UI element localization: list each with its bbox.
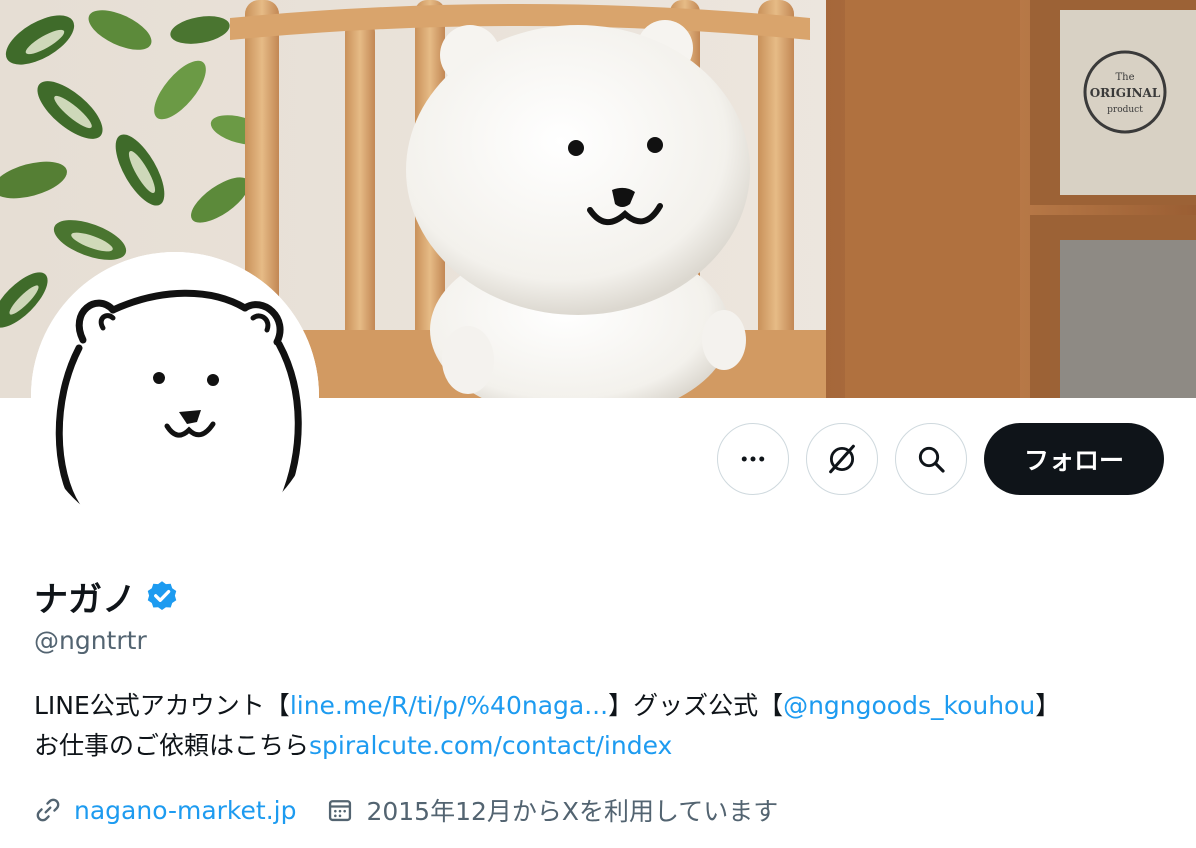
link-icon [36,798,60,822]
profile-meta: nagano-market.jp 2015年12月からXを利用しています [34,792,808,828]
joined-date: 2015年12月からXを利用しています [366,797,779,826]
bio-text: 】 [1035,691,1061,720]
search-button[interactable] [895,423,967,495]
bear-avatar-image [31,252,319,540]
bio-text: 】グッズ公式【 [608,691,784,720]
profile-handle: @ngntrtr [34,626,147,655]
stamp-text: The [1115,72,1134,83]
display-name: ナガノ [34,580,136,620]
verified-badge-icon[interactable] [144,579,180,615]
bio-text: お仕事のご依頼はこちら [34,731,310,760]
website-item: nagano-market.jp [34,796,296,825]
bio-line-1: LINE公式アカウント【line.me/R/ti/p/%40naga...】グッ… [34,686,1174,726]
goods-account-mention[interactable]: @ngngoods_kouhou [783,691,1035,720]
line-account-link[interactable]: line.me/R/ti/p/%40naga... [290,691,608,720]
profile-actions: フォロー [717,423,1164,495]
more-button[interactable] [717,423,789,495]
bio-text: LINE公式アカウント【 [34,691,290,720]
search-icon [918,446,945,473]
calendar-icon [329,800,352,822]
svg-text:product: product [1107,105,1143,115]
grok-button[interactable] [806,423,878,495]
website-link[interactable]: nagano-market.jp [74,796,296,825]
follow-button[interactable]: フォロー [984,423,1164,495]
profile-avatar[interactable] [31,252,319,540]
contact-link[interactable]: spiralcute.com/contact/index [309,731,672,760]
svg-text:ORIGINAL: ORIGINAL [1090,86,1161,100]
bio-line-2: お仕事のご依頼はこちらspiralcute.com/contact/index [34,726,1174,766]
joined-item: 2015年12月からXを利用しています [326,792,778,828]
profile-bio: LINE公式アカウント【line.me/R/ti/p/%40naga...】グッ… [34,686,1174,766]
more-horizontal-icon [741,456,765,462]
profile-name-row: ナガノ [34,572,180,621]
grok-icon [829,444,855,474]
